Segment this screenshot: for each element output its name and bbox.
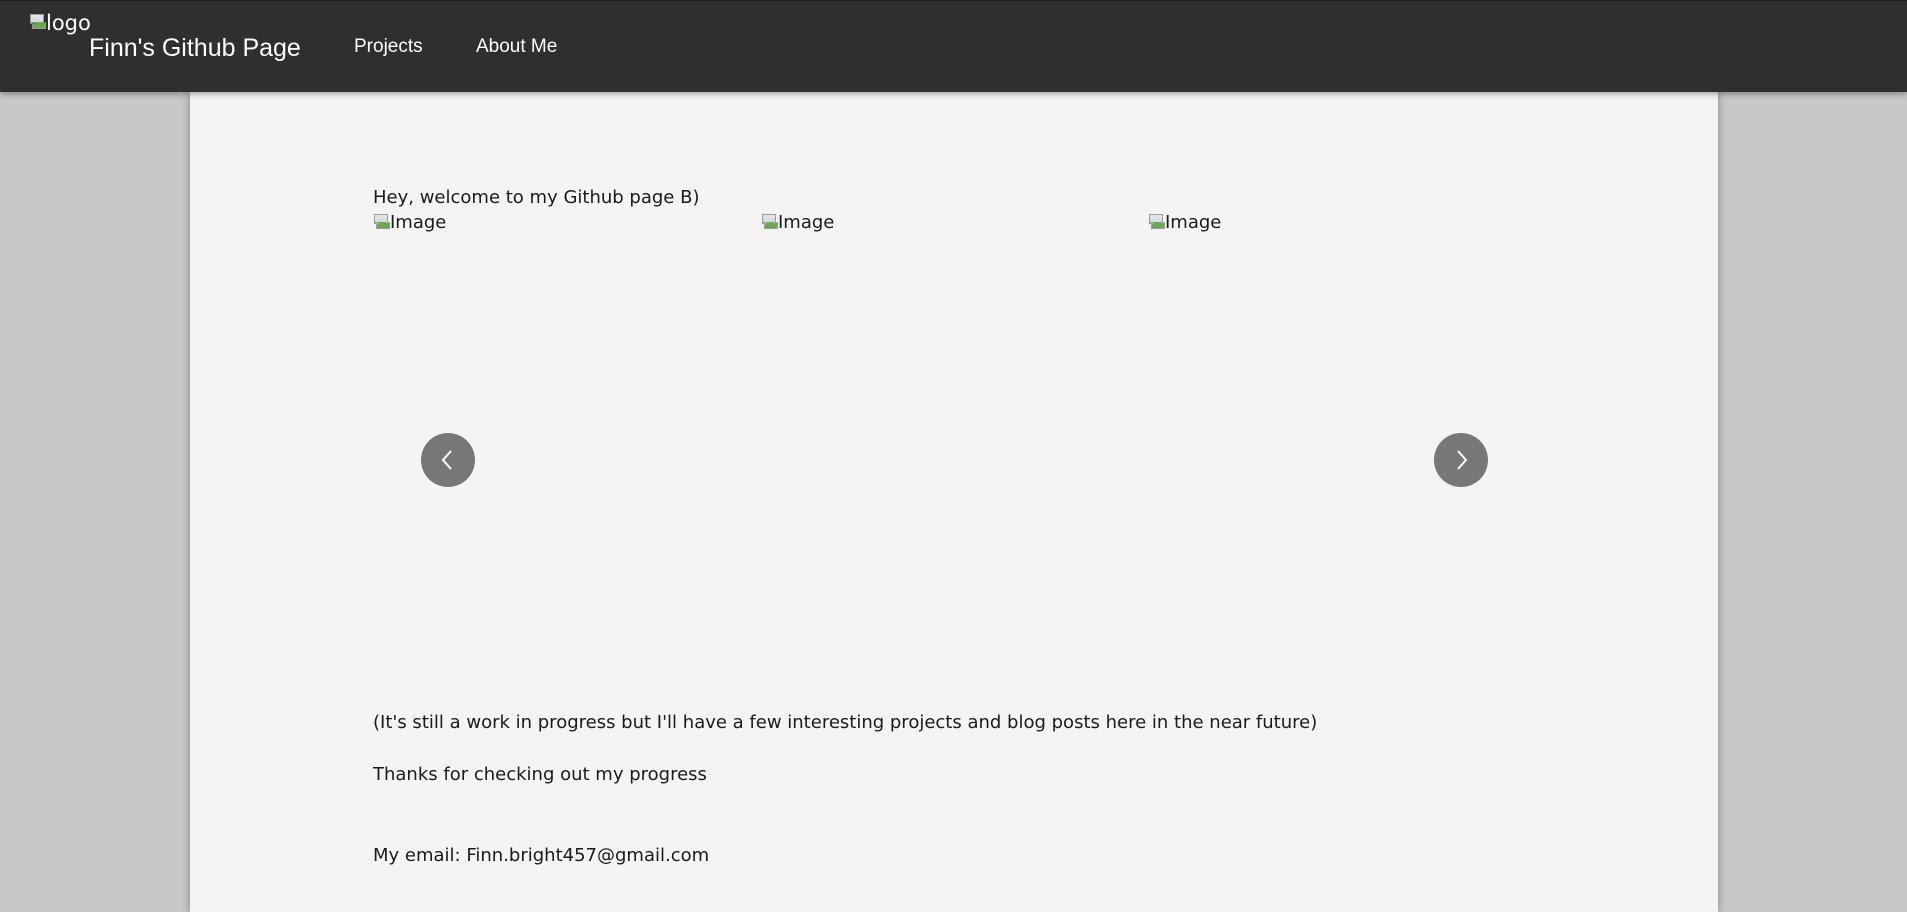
broken-image-icon: [373, 213, 389, 229]
welcome-text: Hey, welcome to my Github page B): [373, 187, 700, 208]
thanks-text: Thanks for checking out my progress: [373, 764, 707, 785]
nav-link-about-me[interactable]: About Me: [476, 36, 557, 58]
main-content: Hey, welcome to my Github page B) Image …: [190, 92, 1718, 912]
image-alt-text: Image: [1165, 212, 1222, 233]
image-alt-text: Image: [390, 212, 447, 233]
image-alt-text: Image: [778, 212, 835, 233]
work-in-progress-note: (It's still a work in progress but I'll …: [373, 712, 1318, 733]
nav-link-projects[interactable]: Projects: [354, 36, 423, 58]
broken-image-icon: [1148, 213, 1164, 229]
carousel-next-button[interactable]: [1434, 433, 1488, 487]
chevron-right-icon: [1457, 450, 1468, 470]
top-navbar: logo Finn's Github Page Projects About M…: [0, 0, 1907, 92]
logo-alt-text: logo: [46, 11, 91, 35]
broken-image-icon: [29, 13, 45, 29]
broken-image-icon: [761, 213, 777, 229]
carousel-image-2: Image: [761, 212, 834, 234]
carousel-image-1: Image: [373, 212, 446, 234]
site-title[interactable]: Finn's Github Page: [89, 34, 301, 63]
logo[interactable]: logo: [29, 13, 91, 34]
carousel-image-3: Image: [1148, 212, 1221, 234]
email-text: My email: Finn.bright457@gmail.com: [373, 845, 710, 866]
chevron-left-icon: [441, 450, 452, 470]
carousel-prev-button[interactable]: [421, 433, 475, 487]
